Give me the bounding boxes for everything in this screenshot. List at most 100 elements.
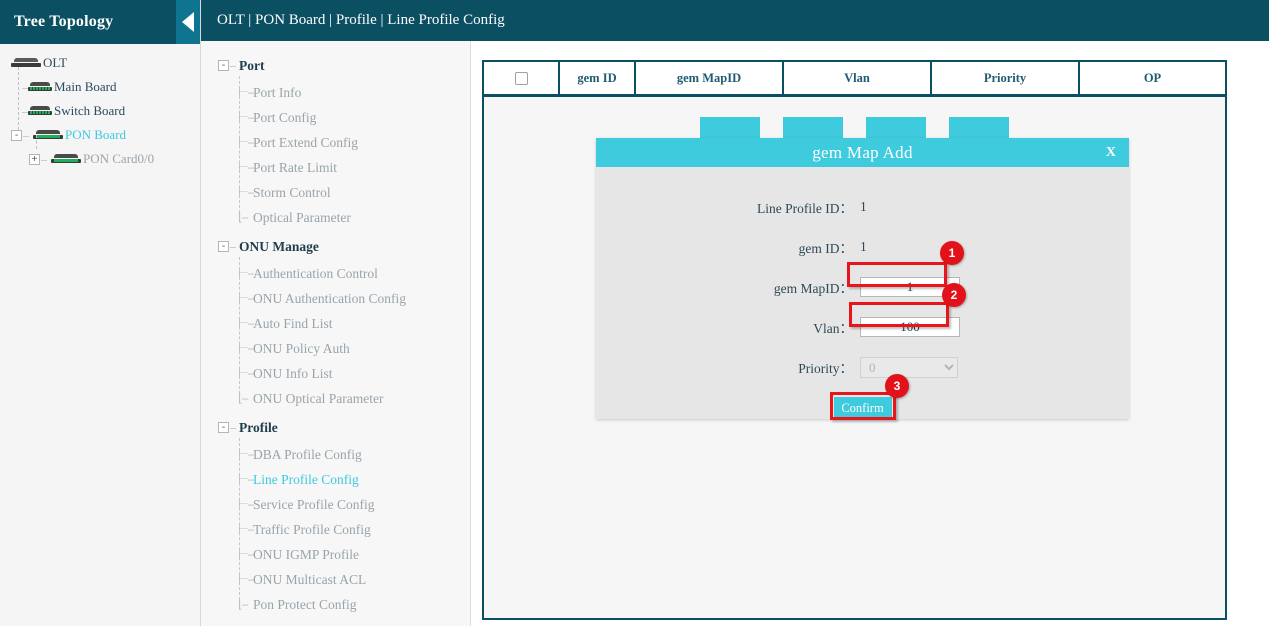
menu-item-dash: ⊢-- <box>238 522 253 537</box>
gem-id-label: gem ID： <box>610 237 860 257</box>
menu-item-onu-igmp-profile[interactable]: ⊢-- ONU IGMP Profile <box>201 542 470 567</box>
breadcrumb-text: OLT | PON Board | Profile | Line Profile… <box>217 12 505 29</box>
menu-item-line-profile-config[interactable]: ⊢-- Line Profile Config <box>201 467 470 492</box>
menu-item-port-info[interactable]: ⊢-- Port Info <box>201 80 470 105</box>
menu-item-traffic-profile-config[interactable]: ⊢-- Traffic Profile Config <box>201 517 470 542</box>
close-icon[interactable]: X <box>1106 145 1116 161</box>
menu-group-header-profile[interactable]: - – Profile <box>201 417 470 438</box>
board-device-icon <box>28 106 52 117</box>
menu-item-dash: ⊢-- <box>238 341 253 356</box>
tree-node-label: OLT <box>43 52 67 74</box>
menu-collapse-icon[interactable]: - <box>218 241 229 252</box>
tree-node-olt[interactable]: OLT <box>0 52 200 74</box>
column-label: Vlan <box>844 71 870 86</box>
navigation-menu: - – Port ⊢-- Port Info ⊢-- Port Config <box>201 41 471 626</box>
menu-item-storm-control[interactable]: ⊢-- Storm Control <box>201 180 470 205</box>
menu-branch-dash: – <box>230 239 235 254</box>
gem-mapid-input[interactable] <box>860 277 960 297</box>
menu-item-onu-optical-parameter[interactable]: ⌊-- ONU Optical Parameter <box>201 386 470 411</box>
menu-item-pon-protect-config[interactable]: ⌊-- Pon Protect Config <box>201 592 470 617</box>
vlan-input[interactable] <box>860 317 960 337</box>
board-device-icon <box>33 130 63 141</box>
tree-node-pon-board[interactable]: - – PON Board <box>0 124 200 146</box>
menu-item-label: ONU IGMP Profile <box>253 547 359 563</box>
menu-item-onu-authentication-config[interactable]: ⊢-- ONU Authentication Config <box>201 286 470 311</box>
menu-item-label: Optical Parameter <box>253 210 351 226</box>
menu-item-label: Port Extend Config <box>253 135 358 151</box>
menu-group-label: Port <box>239 58 264 74</box>
menu-item-dash: ⌊-- <box>238 210 248 225</box>
tree-topology-title: Tree Topology <box>0 13 113 31</box>
table-header-row: gem ID gem MapID Vlan Priority OP <box>484 62 1225 97</box>
menu-item-dash: ⊢-- <box>238 497 253 512</box>
table-header-select-all[interactable] <box>484 62 560 94</box>
dialog-title: gem Map Add <box>812 143 913 163</box>
gem-mapid-label: gem MapID： <box>610 277 860 297</box>
menu-item-label: Storm Control <box>253 185 331 201</box>
app-root: Tree Topology OLT – Main Board <box>0 0 1269 626</box>
menu-item-dash: ⊢-- <box>238 316 253 331</box>
menu-item-dash: ⊢-- <box>238 447 253 462</box>
collapse-panel-button[interactable] <box>176 0 200 44</box>
menu-item-dash: ⊢-- <box>238 547 253 562</box>
tree-branch-dash: – <box>22 104 27 119</box>
gem-map-add-dialog: gem Map Add X Line Profile ID： 1 gem ID：… <box>596 138 1129 419</box>
menu-item-label: Service Profile Config <box>253 497 374 513</box>
tree-branch-dash: – <box>41 152 46 167</box>
menu-group-header-port[interactable]: - – Port <box>201 55 470 76</box>
menu-item-label: ONU Authentication Config <box>253 291 406 307</box>
menu-item-auto-find-list[interactable]: ⊢-- Auto Find List <box>201 311 470 336</box>
table-header-gem-id: gem ID <box>560 62 636 94</box>
tree-subtrunk-line <box>36 135 37 149</box>
tree-node-label: Switch Board <box>54 100 125 122</box>
tree-node-label: PON Board <box>65 124 126 146</box>
tree-expander-expand-icon[interactable]: + <box>29 154 40 165</box>
menu-item-dba-profile-config[interactable]: ⊢-- DBA Profile Config <box>201 442 470 467</box>
menu-item-label: Authentication Control <box>253 266 378 282</box>
menu-group-label: Profile <box>239 420 278 436</box>
menu-item-label: Line Profile Config <box>253 472 359 488</box>
menu-items-profile: ⊢-- DBA Profile Config ⊢-- Line Profile … <box>201 438 470 617</box>
menu-item-port-extend-config[interactable]: ⊢-- Port Extend Config <box>201 130 470 155</box>
table-header-vlan: Vlan <box>784 62 932 94</box>
menu-item-dash: ⊢-- <box>238 135 253 150</box>
menu-item-onu-info-list[interactable]: ⊢-- ONU Info List <box>201 361 470 386</box>
table-header-priority: Priority <box>932 62 1080 94</box>
board-device-icon <box>28 82 52 93</box>
tree-expander-collapse-icon[interactable]: - <box>11 130 22 141</box>
column-label: OP <box>1144 71 1161 86</box>
menu-item-label: DBA Profile Config <box>253 447 362 463</box>
tree-node-main-board[interactable]: – Main Board <box>0 76 200 98</box>
menu-item-dash: ⊢-- <box>238 266 253 281</box>
tree-node-pon-card[interactable]: + – PON Card0/0 <box>0 148 200 170</box>
menu-item-dash: ⊢-- <box>238 85 253 100</box>
menu-item-authentication-control[interactable]: ⊢-- Authentication Control <box>201 261 470 286</box>
menu-item-label: Port Rate Limit <box>253 160 337 176</box>
menu-item-onu-policy-auth[interactable]: ⊢-- ONU Policy Auth <box>201 336 470 361</box>
menu-collapse-icon[interactable]: - <box>218 60 229 71</box>
tree-node-switch-board[interactable]: – Switch Board <box>0 100 200 122</box>
dialog-body: Line Profile ID： 1 gem ID： 1 gem MapID： … <box>596 167 1129 419</box>
menu-group-header-onu-manage[interactable]: - – ONU Manage <box>201 236 470 257</box>
menu-item-dash: ⊢-- <box>238 366 253 381</box>
priority-select[interactable]: 0 <box>860 357 958 378</box>
field-row-gem-mapid: gem MapID： <box>596 267 1129 307</box>
menu-item-dash: ⊢-- <box>238 572 253 587</box>
menu-item-label: Auto Find List <box>253 316 333 332</box>
gem-id-value: 1 <box>860 239 1115 255</box>
menu-group-port: - – Port ⊢-- Port Info ⊢-- Port Config <box>201 55 470 230</box>
menu-collapse-icon[interactable]: - <box>218 422 229 433</box>
menu-item-service-profile-config[interactable]: ⊢-- Service Profile Config <box>201 492 470 517</box>
menu-item-label: ONU Multicast ACL <box>253 572 366 588</box>
menu-item-port-rate-limit[interactable]: ⊢-- Port Rate Limit <box>201 155 470 180</box>
menu-item-port-config[interactable]: ⊢-- Port Config <box>201 105 470 130</box>
tree-branch-dash: – <box>23 128 28 143</box>
tree-topology-header: Tree Topology <box>0 0 200 44</box>
select-all-checkbox[interactable] <box>515 72 528 85</box>
tree-node-label: PON Card0/0 <box>83 148 154 170</box>
tree-topology-body: OLT – Main Board – Switch Board <box>0 44 200 170</box>
confirm-button[interactable]: Confirm <box>834 397 892 420</box>
confirm-row: Confirm <box>596 397 1129 420</box>
menu-item-optical-parameter[interactable]: ⌊-- Optical Parameter <box>201 205 470 230</box>
menu-item-onu-multicast-acl[interactable]: ⊢-- ONU Multicast ACL <box>201 567 470 592</box>
